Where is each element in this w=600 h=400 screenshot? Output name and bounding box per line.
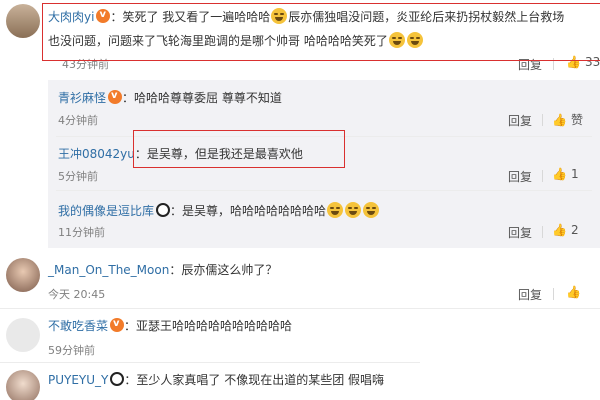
reply-line: 我的偶像是逗比库 ：是吴尊，哈哈哈哈哈哈哈哈 bbox=[58, 202, 380, 219]
divider bbox=[56, 190, 592, 191]
reply-button[interactable]: 回复 bbox=[508, 224, 532, 241]
like-count: 1 bbox=[570, 167, 579, 181]
thumb-up-icon: 👍 bbox=[552, 112, 567, 127]
comment-4: PUYEYU_Y ：至少人家真唱了 不像现在出道的某些团 假唱嗨 bbox=[0, 364, 600, 400]
timestamp: 11分钟前 bbox=[58, 226, 105, 239]
comment-line: _Man_On_The_Moon：辰亦儒这么帅了？ bbox=[48, 262, 277, 278]
like-label: 赞 bbox=[570, 113, 583, 127]
comment-line: 不敢吃香菜 ：亚瑟王哈哈哈哈哈哈哈哈哈哈 bbox=[48, 316, 293, 334]
panda-badge-icon bbox=[110, 372, 125, 386]
avatar[interactable] bbox=[6, 258, 40, 292]
avatar[interactable] bbox=[6, 370, 40, 400]
highlight-box bbox=[42, 3, 600, 61]
timestamp: 4分钟前 bbox=[58, 114, 98, 127]
like-button[interactable]: 👍 1 bbox=[552, 167, 579, 181]
vip-badge-icon bbox=[108, 88, 123, 104]
timestamp: 今天 20:45 bbox=[48, 288, 106, 301]
username-link[interactable]: PUYEYU_Y bbox=[48, 373, 108, 387]
comment-text: ：至少人家真唱了 不像现在出道的某些团 假唱嗨 bbox=[124, 373, 385, 387]
thumb-up-icon: 👍 bbox=[552, 167, 567, 181]
thumb-up-icon: 👍 bbox=[552, 223, 567, 237]
comment-3: 不敢吃香菜 ：亚瑟王哈哈哈哈哈哈哈哈哈哈 59分钟前 bbox=[0, 310, 600, 362]
comment-line: PUYEYU_Y ：至少人家真唱了 不像现在出道的某些团 假唱嗨 bbox=[48, 372, 384, 388]
laugh-emoji-icon bbox=[345, 202, 362, 218]
reply-button[interactable]: 回复 bbox=[518, 286, 542, 303]
divider bbox=[0, 308, 600, 309]
username-link[interactable]: 我的偶像是逗比库 bbox=[58, 204, 154, 218]
username-link[interactable]: 不敢吃香菜 bbox=[48, 319, 108, 333]
comment-text: ：辰亦儒这么帅了？ bbox=[169, 263, 278, 277]
reply-1: 青衫麻怪 ：哈哈哈尊尊委屈 尊尊不知道 4分钟前 回复 👍赞 bbox=[0, 84, 600, 134]
separator bbox=[553, 288, 554, 300]
thumb-up-icon: 👍 bbox=[566, 285, 581, 299]
like-count: 2 bbox=[570, 223, 579, 237]
laugh-emoji-icon bbox=[327, 202, 344, 218]
reply-button[interactable]: 回复 bbox=[508, 168, 532, 185]
reply-button[interactable]: 回复 bbox=[508, 112, 532, 129]
like-button[interactable]: 👍 2 bbox=[552, 223, 579, 237]
vip-badge-icon bbox=[110, 316, 125, 332]
avatar[interactable] bbox=[6, 318, 40, 352]
timestamp: 59分钟前 bbox=[48, 344, 95, 357]
timestamp: 5分钟前 bbox=[58, 170, 98, 183]
divider bbox=[0, 362, 420, 363]
username-link[interactable]: 王冲08042yu bbox=[58, 147, 135, 161]
username-link[interactable]: 青衫麻怪 bbox=[58, 91, 106, 105]
separator bbox=[542, 170, 543, 182]
reply-text: ：是吴尊，哈哈哈哈哈哈哈哈 bbox=[170, 204, 327, 218]
reply-3: 我的偶像是逗比库 ：是吴尊，哈哈哈哈哈哈哈哈 11分钟前 回复 👍 2 bbox=[0, 194, 600, 246]
like-button[interactable]: 👍 赞 bbox=[552, 111, 583, 128]
comment-text: ：亚瑟王哈哈哈哈哈哈哈哈哈哈 bbox=[124, 319, 293, 333]
separator bbox=[542, 114, 543, 126]
panda-badge-icon bbox=[156, 203, 171, 217]
username-link[interactable]: _Man_On_The_Moon bbox=[48, 263, 169, 277]
highlight-box bbox=[133, 130, 345, 168]
reply-line: 青衫麻怪 ：哈哈哈尊尊委屈 尊尊不知道 bbox=[58, 88, 282, 106]
separator bbox=[542, 226, 543, 238]
reply-text: ：哈哈哈尊尊委屈 尊尊不知道 bbox=[122, 91, 282, 105]
avatar[interactable] bbox=[6, 4, 40, 38]
like-button[interactable]: 👍 bbox=[566, 285, 585, 299]
comment-2: _Man_On_The_Moon：辰亦儒这么帅了？ 今天 20:45 回复 👍 bbox=[0, 252, 600, 308]
laugh-emoji-icon bbox=[363, 202, 380, 218]
